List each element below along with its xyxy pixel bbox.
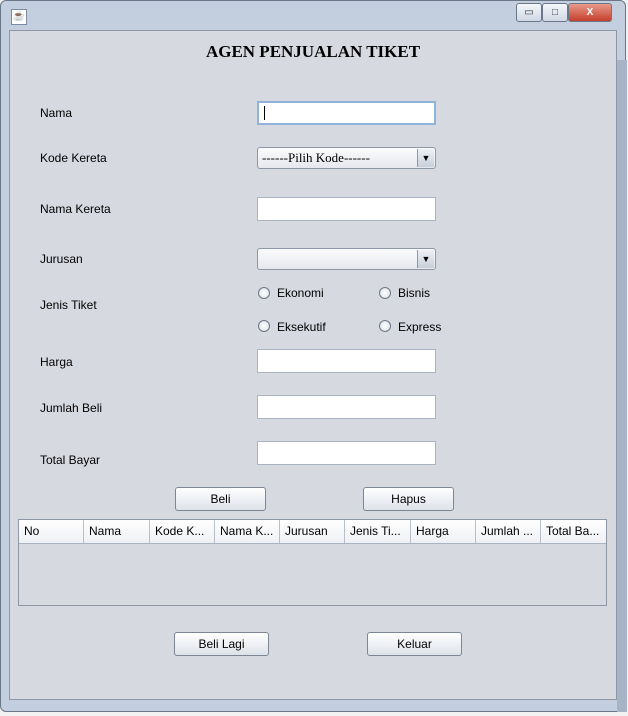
close-button[interactable]: X [568,3,612,22]
beli-button[interactable]: Beli [175,487,266,511]
harga-input[interactable] [257,349,436,373]
column-header-no[interactable]: No [19,520,84,543]
title-bar: ☕ ▭ □ X [1,1,627,29]
maximize-button[interactable]: □ [542,3,568,22]
java-app-icon: ☕ [11,9,27,25]
bisnis-radio[interactable] [379,287,391,299]
minimize-button[interactable]: ▭ [516,3,542,22]
ekonomi-radio[interactable] [258,287,270,299]
express-label[interactable]: Express [398,320,441,334]
table-header: No Nama Kode K... Nama K... Jurusan Jeni… [19,520,606,544]
kode-kereta-combobox[interactable]: ------Pilih Kode------ ▼ [257,147,436,169]
bisnis-label[interactable]: Bisnis [398,286,430,300]
column-header-jumlah-beli[interactable]: Jumlah ... [476,520,541,543]
nama-kereta-label: Nama Kereta [40,202,111,216]
eksekutif-radio[interactable] [258,320,270,332]
express-radio[interactable] [379,320,391,332]
column-header-total-bayar[interactable]: Total Ba... [541,520,606,543]
jumlah-beli-label: Jumlah Beli [40,401,103,415]
ekonomi-label[interactable]: Ekonomi [277,286,324,300]
column-header-jenis-tiket[interactable]: Jenis Ti... [345,520,411,543]
total-bayar-label: Total Bayar [40,453,101,467]
nama-kereta-input[interactable] [257,197,436,221]
column-header-nama-kereta[interactable]: Nama K... [215,520,280,543]
jurusan-label: Jurusan [40,252,83,266]
page-title: AGEN PENJUALAN TIKET [205,42,421,61]
jumlah-beli-input[interactable] [257,395,436,419]
column-header-nama[interactable]: Nama [84,520,150,543]
ticket-table[interactable]: No Nama Kode K... Nama K... Jurusan Jeni… [18,519,607,606]
harga-label: Harga [40,355,73,369]
eksekutif-label[interactable]: Eksekutif [277,320,326,334]
chevron-down-icon[interactable]: ▼ [417,250,434,268]
nama-input[interactable] [257,101,436,125]
kode-kereta-label: Kode Kereta [40,151,107,165]
beli-lagi-button[interactable]: Beli Lagi [174,632,269,656]
nama-label: Nama [40,106,73,120]
column-header-harga[interactable]: Harga [411,520,476,543]
jenis-tiket-label: Jenis Tiket [40,298,97,312]
jurusan-combobox[interactable]: ▼ [257,248,436,270]
keluar-button[interactable]: Keluar [367,632,462,656]
hapus-button[interactable]: Hapus [363,487,454,511]
chevron-down-icon[interactable]: ▼ [417,149,434,167]
kode-kereta-selected: ------Pilih Kode------ [262,150,370,165]
text-caret [264,106,265,120]
column-header-kode-kereta[interactable]: Kode K... [150,520,215,543]
table-body[interactable] [19,544,606,605]
background-window-edge [617,60,627,712]
column-header-jurusan[interactable]: Jurusan [280,520,345,543]
total-bayar-input[interactable] [257,441,436,465]
